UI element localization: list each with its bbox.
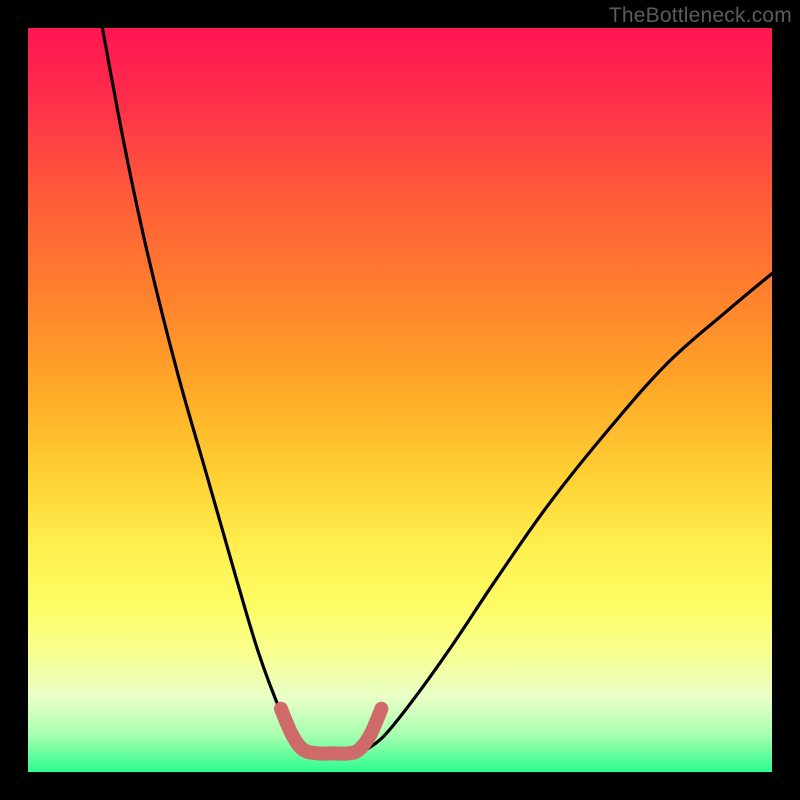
chart-frame: TheBottleneck.com xyxy=(0,0,800,800)
right-curve xyxy=(367,274,772,750)
trough-highlight xyxy=(281,709,381,754)
watermark-text: TheBottleneck.com xyxy=(609,4,792,28)
left-curve xyxy=(102,28,307,750)
curve-layer xyxy=(28,28,772,772)
